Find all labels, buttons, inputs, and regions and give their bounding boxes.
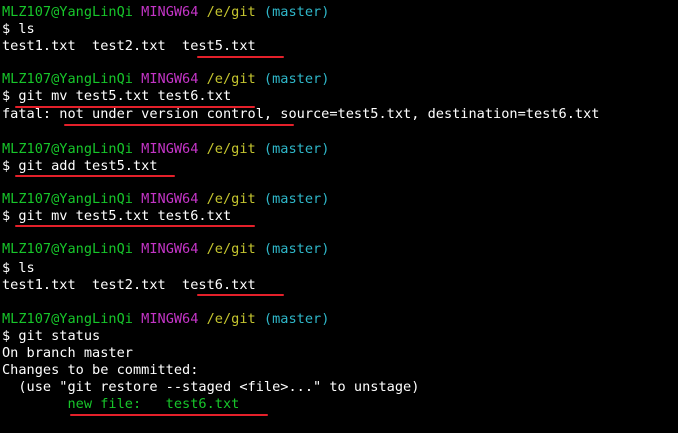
output-line: test1.txt test2.txt test5.txt: [2, 38, 256, 54]
prompt-system: MINGW64: [141, 311, 199, 327]
prompt-branch: (master): [263, 241, 330, 257]
error-output-line: fatal: not under version control, source…: [2, 106, 600, 122]
output-line: On branch master: [2, 345, 133, 361]
command-text: git mv test5.txt test6.txt: [18, 88, 232, 104]
prompt-system: MINGW64: [141, 71, 199, 87]
prompt-branch: (master): [263, 311, 330, 327]
terminal-window[interactable]: MLZ107@YangLinQi MINGW64 /e/git (master)…: [0, 0, 678, 433]
prompt-line: MLZ107@YangLinQi MINGW64 /e/git (master): [2, 191, 329, 208]
prompt-symbol: $: [2, 260, 19, 276]
prompt-user-host: MLZ107@YangLinQi: [2, 241, 133, 257]
prompt-system: MINGW64: [141, 191, 199, 207]
prompt-symbol: $: [2, 88, 19, 104]
prompt-user-host: MLZ107@YangLinQi: [2, 4, 133, 20]
prompt-user-host: MLZ107@YangLinQi: [2, 311, 133, 327]
prompt-line: MLZ107@YangLinQi MINGW64 /e/git (master): [2, 241, 329, 258]
prompt-line: MLZ107@YangLinQi MINGW64 /e/git (master): [2, 4, 329, 21]
red-underline-annotation: [64, 124, 294, 126]
prompt-branch: (master): [263, 141, 330, 157]
red-underline-annotation: [15, 175, 175, 177]
prompt-path: /e/git: [206, 141, 256, 157]
red-underline-annotation: [70, 414, 268, 416]
output-line: Changes to be committed:: [2, 362, 199, 378]
prompt-path: /e/git: [206, 4, 256, 20]
prompt-symbol: $: [2, 158, 19, 174]
output-line: test1.txt test2.txt test6.txt: [2, 277, 256, 293]
red-underline-annotation: [197, 294, 284, 296]
prompt-user-host: MLZ107@YangLinQi: [2, 71, 133, 87]
prompt-line: MLZ107@YangLinQi MINGW64 /e/git (master): [2, 71, 329, 88]
prompt-line: MLZ107@YangLinQi MINGW64 /e/git (master): [2, 141, 329, 158]
red-underline-annotation: [197, 56, 284, 58]
prompt-path: /e/git: [206, 311, 256, 327]
command-line: $ git mv test5.txt test6.txt: [2, 88, 231, 105]
prompt-path: /e/git: [206, 241, 256, 257]
command-text: ls: [18, 21, 35, 37]
red-underline-annotation: [15, 225, 255, 227]
prompt-user-host: MLZ107@YangLinQi: [2, 141, 133, 157]
command-text: git add test5.txt: [18, 158, 158, 174]
prompt-branch: (master): [263, 4, 330, 20]
prompt-branch: (master): [263, 191, 330, 207]
prompt-path: /e/git: [206, 191, 256, 207]
command-text: git mv test5.txt test6.txt: [18, 208, 232, 224]
staged-new-file-line: new file: test6.txt: [2, 396, 240, 412]
prompt-system: MINGW64: [141, 141, 199, 157]
command-text: ls: [18, 260, 35, 276]
prompt-symbol: $: [2, 208, 19, 224]
command-line: $ ls: [2, 260, 35, 277]
prompt-system: MINGW64: [141, 241, 199, 257]
command-line: $ ls: [2, 21, 35, 38]
command-text: git status: [18, 328, 101, 344]
prompt-system: MINGW64: [141, 4, 199, 20]
prompt-path: /e/git: [206, 71, 256, 87]
command-line: $ git add test5.txt: [2, 158, 158, 175]
prompt-user-host: MLZ107@YangLinQi: [2, 191, 133, 207]
prompt-line: MLZ107@YangLinQi MINGW64 /e/git (master): [2, 311, 329, 328]
prompt-symbol: $: [2, 328, 19, 344]
command-line: $ git status: [2, 328, 100, 345]
command-line: $ git mv test5.txt test6.txt: [2, 208, 231, 225]
prompt-symbol: $: [2, 21, 19, 37]
prompt-branch: (master): [263, 71, 330, 87]
output-line: (use "git restore --staged <file>..." to…: [2, 379, 420, 395]
